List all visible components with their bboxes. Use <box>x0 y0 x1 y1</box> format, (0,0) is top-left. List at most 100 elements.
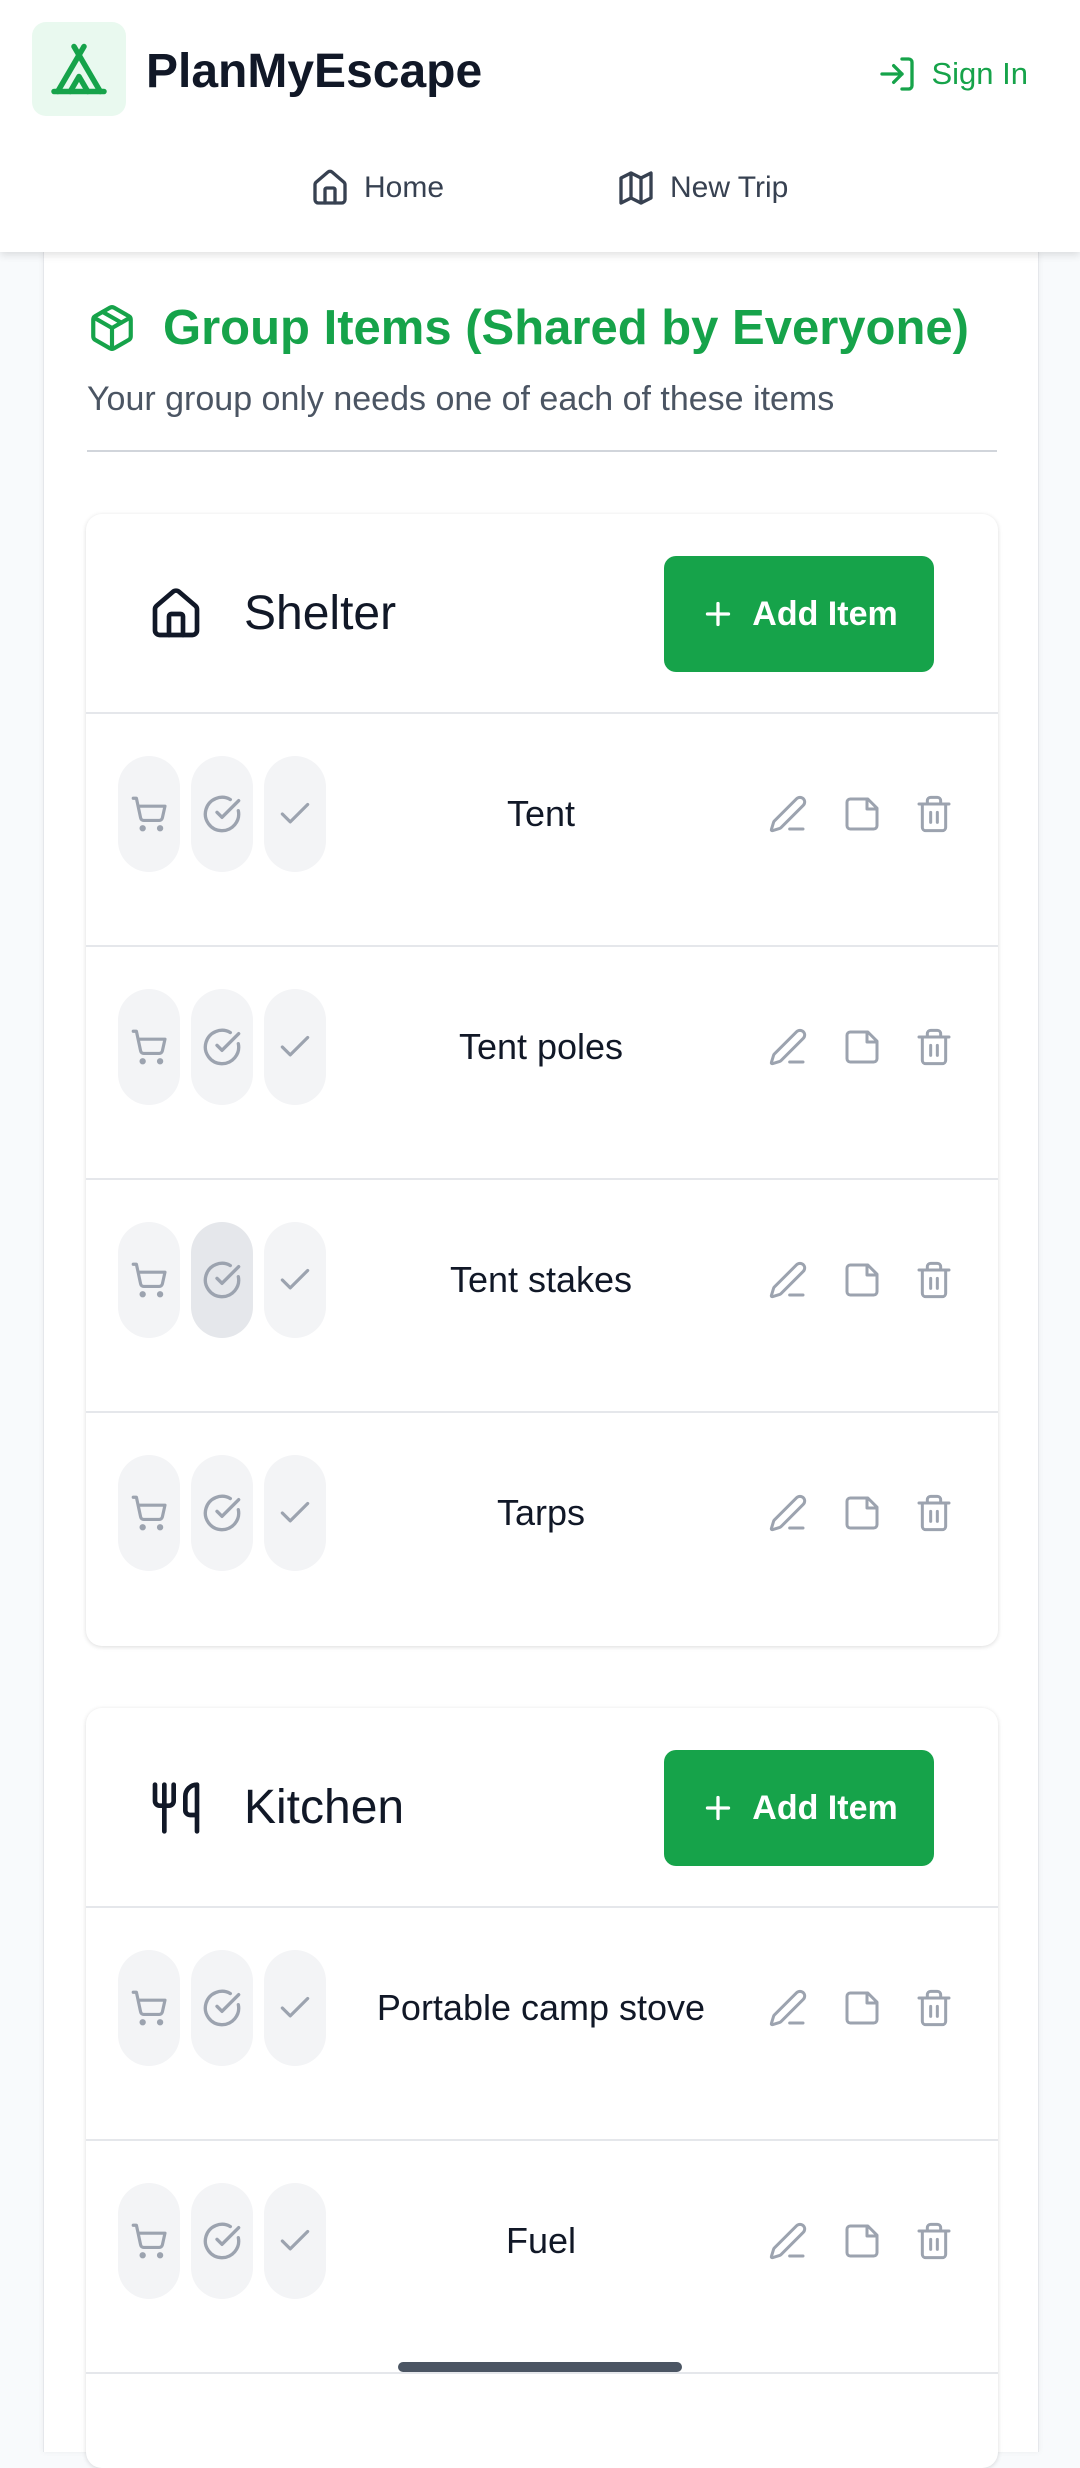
cart-icon <box>131 796 167 832</box>
sign-in-label: Sign In <box>931 56 1028 91</box>
need-to-buy-toggle[interactable] <box>118 1222 180 1338</box>
packed-toggle[interactable] <box>264 1950 326 2066</box>
home-icon <box>313 169 347 205</box>
owned-toggle[interactable] <box>191 1455 253 1571</box>
add-item-label: Add Item <box>752 1788 898 1827</box>
need-to-buy-toggle[interactable] <box>118 1950 180 2066</box>
note-button[interactable] <box>840 792 884 836</box>
edit-button[interactable] <box>766 1025 810 1069</box>
trash-icon <box>917 1261 951 1299</box>
cart-icon <box>131 2223 167 2259</box>
need-to-buy-toggle[interactable] <box>118 756 180 872</box>
check-circle-icon <box>203 1989 241 2027</box>
section-divider <box>87 450 997 452</box>
item-name: Fuel <box>505 2220 577 2261</box>
nav-home[interactable]: Home <box>310 160 444 216</box>
check-icon <box>280 802 310 824</box>
edit-button[interactable] <box>766 1258 810 1302</box>
owned-toggle[interactable] <box>191 756 253 872</box>
owned-toggle[interactable] <box>191 1950 253 2066</box>
plus-icon <box>706 601 731 627</box>
section-title: Group Items (Shared by Everyone) <box>163 301 969 355</box>
check-circle-icon <box>203 2222 241 2260</box>
delete-button[interactable] <box>912 1986 956 2030</box>
note-icon <box>845 1030 879 1064</box>
need-to-buy-toggle[interactable] <box>118 1455 180 1571</box>
plus-icon <box>706 1795 731 1821</box>
note-icon <box>845 1496 879 1530</box>
delete-button[interactable] <box>912 1025 956 1069</box>
delete-button[interactable] <box>912 1258 956 1302</box>
map-icon <box>619 171 653 205</box>
cart-icon <box>131 1262 167 1298</box>
main-nav: Home New Trip <box>0 160 1080 220</box>
app-title[interactable]: PlanMyEscape <box>146 40 482 104</box>
check-circle-icon <box>203 795 241 833</box>
category-name: Shelter <box>244 587 397 640</box>
delete-button[interactable] <box>912 2219 956 2263</box>
packed-toggle[interactable] <box>264 2183 326 2299</box>
note-button[interactable] <box>840 1986 884 2030</box>
add-item-label: Add Item <box>752 594 898 633</box>
category-card-shelter: Shelter Add Item Tent Tent poles Tent st… <box>86 514 998 1646</box>
edit-button[interactable] <box>766 792 810 836</box>
item-row: Tent stakes <box>86 1180 998 1413</box>
item-name: Tent poles <box>458 1026 624 1067</box>
packed-toggle[interactable] <box>264 1455 326 1571</box>
edit-button[interactable] <box>766 1491 810 1535</box>
packed-toggle[interactable] <box>264 989 326 1105</box>
check-icon <box>280 1501 310 1523</box>
cart-icon <box>131 1990 167 2026</box>
nav-new-trip-label: New Trip <box>670 171 789 204</box>
owned-toggle[interactable] <box>191 1222 253 1338</box>
category-card-kitchen: Kitchen Add Item Portable camp stove Fue… <box>86 1708 998 2468</box>
section-subtitle: Your group only needs one of each of the… <box>87 380 835 418</box>
add-item-button[interactable]: Add Item <box>664 556 934 672</box>
item-row: Tarps <box>86 1413 998 1646</box>
check-icon <box>280 2229 310 2251</box>
trash-icon <box>917 795 951 833</box>
note-icon <box>845 1991 879 2025</box>
note-icon <box>845 2224 879 2258</box>
edit-button[interactable] <box>766 2219 810 2263</box>
need-to-buy-toggle[interactable] <box>118 2183 180 2299</box>
category-header: Kitchen Add Item <box>86 1708 998 1908</box>
check-icon <box>280 1268 310 1290</box>
packed-toggle[interactable] <box>264 756 326 872</box>
check-circle-icon <box>203 1028 241 1066</box>
note-icon <box>845 797 879 831</box>
pencil-icon <box>769 1989 807 2027</box>
item-name: Portable camp stove <box>376 1987 706 2028</box>
home-indicator[interactable] <box>398 2362 682 2372</box>
need-to-buy-toggle[interactable] <box>118 989 180 1105</box>
item-name: Tent stakes <box>449 1259 633 1300</box>
cart-icon <box>131 1495 167 1531</box>
app-header: PlanMyEscape Sign In Home New Trip <box>0 0 1080 252</box>
note-icon <box>845 1263 879 1297</box>
home-icon <box>152 588 200 638</box>
tent-icon <box>51 43 107 95</box>
owned-toggle[interactable] <box>191 989 253 1105</box>
item-row: Tent poles <box>86 947 998 1180</box>
app-logo[interactable] <box>32 22 126 116</box>
cart-icon <box>131 1029 167 1065</box>
pencil-icon <box>769 1261 807 1299</box>
note-button[interactable] <box>840 1258 884 1302</box>
pencil-icon <box>769 795 807 833</box>
nav-new-trip[interactable]: New Trip <box>616 160 788 216</box>
owned-toggle[interactable] <box>191 2183 253 2299</box>
delete-button[interactable] <box>912 1491 956 1535</box>
note-button[interactable] <box>840 2219 884 2263</box>
item-name: Tarps <box>496 1492 586 1533</box>
delete-button[interactable] <box>912 792 956 836</box>
sign-in-button[interactable]: Sign In <box>877 46 1028 102</box>
nav-home-label: Home <box>364 171 445 204</box>
item-row: Fuel <box>86 2141 998 2374</box>
note-button[interactable] <box>840 1491 884 1535</box>
add-item-button[interactable]: Add Item <box>664 1750 934 1866</box>
packed-toggle[interactable] <box>264 1222 326 1338</box>
edit-button[interactable] <box>766 1986 810 2030</box>
note-button[interactable] <box>840 1025 884 1069</box>
package-icon <box>91 305 133 351</box>
item-row: Tent <box>86 714 998 947</box>
